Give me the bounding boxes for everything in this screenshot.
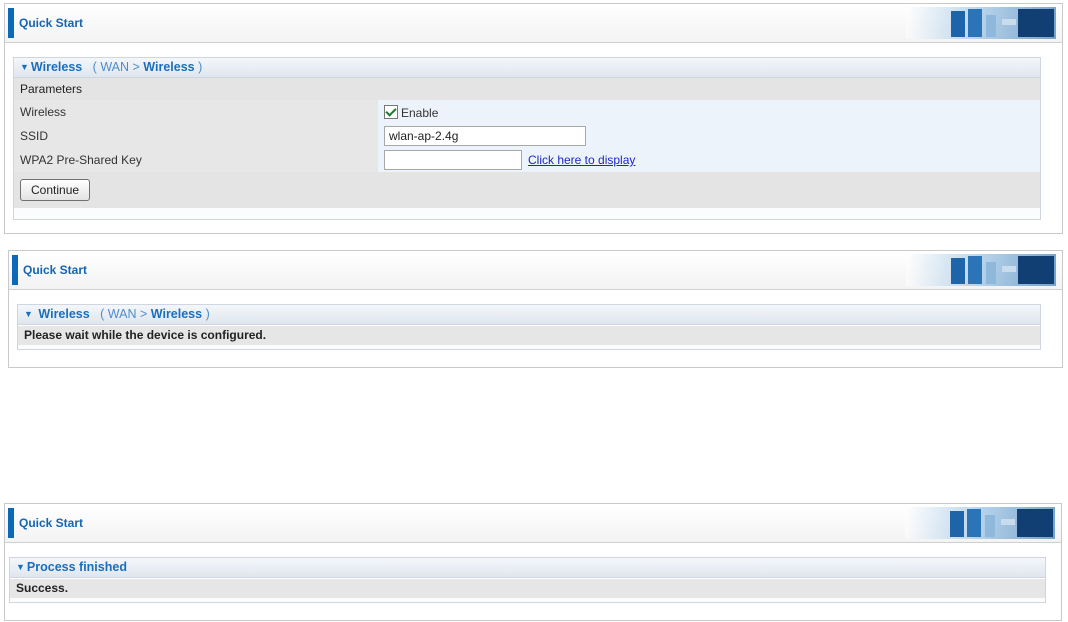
collapse-triangle-icon[interactable]: ▼ xyxy=(20,62,29,72)
breadcrumb-parent: WAN xyxy=(107,307,137,321)
status-message: Please wait while the device is configur… xyxy=(18,325,1040,345)
show-psk-link[interactable]: Click here to display xyxy=(528,153,635,167)
psk-input[interactable] xyxy=(384,150,522,170)
title-accent-bar xyxy=(8,508,14,538)
page-title: Quick Start xyxy=(23,263,88,277)
title-accent-bar xyxy=(8,8,14,38)
ssid-input[interactable] xyxy=(384,126,586,146)
ssid-value-cell xyxy=(378,124,1040,148)
breadcrumb: ( WAN > Wireless ) xyxy=(92,60,203,74)
status-message: Success. xyxy=(10,578,1045,598)
section-header: ▼ Process finished xyxy=(10,558,1045,578)
wireless-section: ▼ Wireless ( WAN > Wireless ) Parameters … xyxy=(13,57,1041,220)
button-row: Continue xyxy=(14,172,1040,208)
psk-label: WPA2 Pre-Shared Key xyxy=(14,148,378,172)
breadcrumb-current: Wireless xyxy=(143,60,195,74)
enable-checkbox[interactable] xyxy=(384,104,398,119)
section-title: Wireless xyxy=(38,307,90,321)
wireless-section: ▼ Wireless ( WAN > Wireless ) Please wai… xyxy=(17,304,1041,350)
quick-start-panel-finished: Quick Start ▼ Process finished Success. xyxy=(4,503,1062,621)
enable-checkbox-label: Enable xyxy=(401,105,439,120)
page-title: Quick Start xyxy=(19,16,84,30)
section-header: ▼ Wireless ( WAN > Wireless ) xyxy=(18,305,1040,325)
panel-titlebar: Quick Start xyxy=(5,4,1062,43)
breadcrumb: ( WAN > Wireless ) xyxy=(100,307,210,321)
wireless-label: Wireless xyxy=(14,100,378,124)
parameters-heading: Parameters xyxy=(14,78,1040,100)
section-title: Wireless xyxy=(30,60,83,74)
quick-start-panel-wireless-settings: Quick Start ▼ Wireless ( WAN > Wireless )… xyxy=(4,3,1063,234)
page-title: Quick Start xyxy=(19,516,84,530)
title-accent-bar xyxy=(12,255,18,285)
continue-button[interactable]: Continue xyxy=(20,179,91,201)
quick-start-panel-configuring: Quick Start ▼ Wireless ( WAN > Wireless … xyxy=(8,250,1063,368)
brand-banner-icon xyxy=(905,507,1055,539)
panel-titlebar: Quick Start xyxy=(5,504,1061,543)
panel-titlebar: Quick Start xyxy=(9,251,1062,290)
breadcrumb-current: Wireless xyxy=(150,307,203,321)
brand-banner-icon xyxy=(906,7,1056,39)
wireless-value-cell: Enable xyxy=(378,100,1040,124)
parameters-table: Parameters Wireless Enable SSID WPA2 Pre… xyxy=(14,78,1040,208)
breadcrumb-parent: WAN xyxy=(100,60,130,74)
section-title: Process finished xyxy=(26,560,127,574)
collapse-triangle-icon[interactable]: ▼ xyxy=(24,309,33,319)
ssid-label: SSID xyxy=(14,124,378,148)
process-section: ▼ Process finished Success. xyxy=(9,557,1046,603)
collapse-triangle-icon[interactable]: ▼ xyxy=(16,562,25,572)
section-header: ▼ Wireless ( WAN > Wireless ) xyxy=(14,58,1040,78)
brand-banner-icon xyxy=(906,254,1056,286)
psk-value-cell: Click here to display xyxy=(378,148,1040,172)
